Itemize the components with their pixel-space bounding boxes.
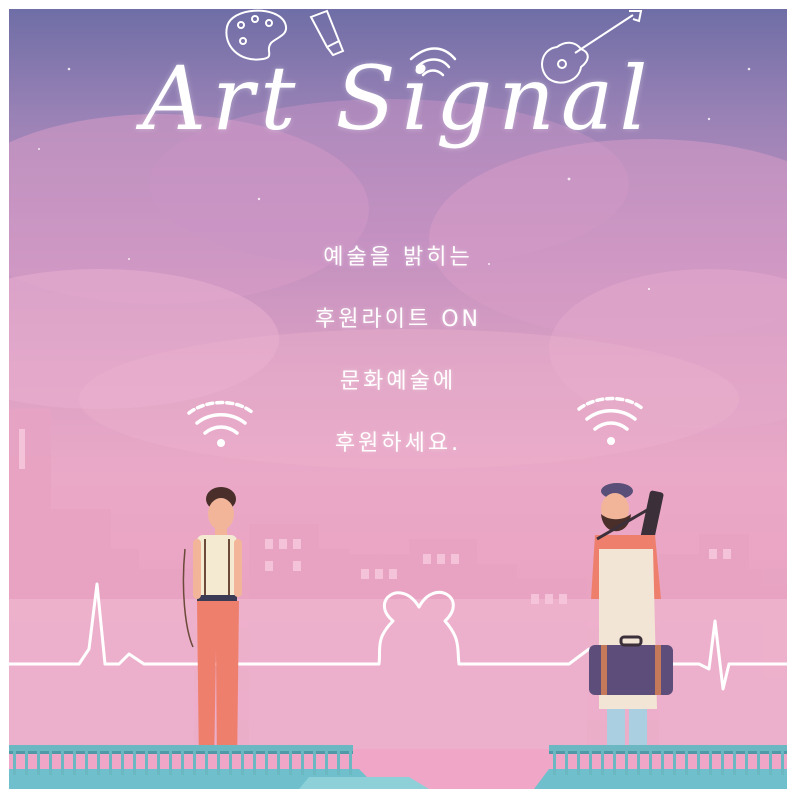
fence-post [37,751,40,775]
fence-post [661,751,664,775]
fence-post [733,751,736,775]
fence-post [613,751,616,775]
fence-post [109,751,112,775]
fence-post [301,751,304,775]
fence-post [73,751,76,775]
fence-post [205,751,208,775]
fence-post [145,751,148,775]
fence-post [589,751,592,775]
fence-post [673,751,676,775]
fence-post [253,751,256,775]
fence-post [685,751,688,775]
fence-post [697,751,700,775]
fence-post [337,751,340,775]
fence-post [181,751,184,775]
fence-post [193,751,196,775]
fence-post [709,751,712,775]
fence-post [133,751,136,775]
fence-post [565,751,568,775]
fence-post [277,751,280,775]
fence-post [325,751,328,775]
fence-post [85,751,88,775]
fence-post [25,751,28,775]
fence-post [265,751,268,775]
art-signal-poster: Art Signal 예술을 밝히는 후원라이트 ON 문화예술에 후원하세요. [9,9,787,789]
fence-post [745,751,748,775]
fence-post [349,751,352,775]
fence-post [289,751,292,775]
fence-post [625,751,628,775]
fence-post [157,751,160,775]
fence-post [241,751,244,775]
fence-post [13,751,16,775]
fence-post [217,751,220,775]
fence-post [601,751,604,775]
fence-post [169,751,172,775]
fence-post [721,751,724,775]
fence-post [49,751,52,775]
fence-post [229,751,232,775]
fence-post [553,751,556,775]
fence-post [61,751,64,775]
fence-post [637,751,640,775]
fence-post-layer [13,751,784,775]
fence-post [121,751,124,775]
fence-post [781,751,784,775]
fence-post [769,751,772,775]
fence-posts [9,9,787,789]
fence-post [97,751,100,775]
fence-post [313,751,316,775]
fence-post [649,751,652,775]
fence-post [577,751,580,775]
fence-post [757,751,760,775]
